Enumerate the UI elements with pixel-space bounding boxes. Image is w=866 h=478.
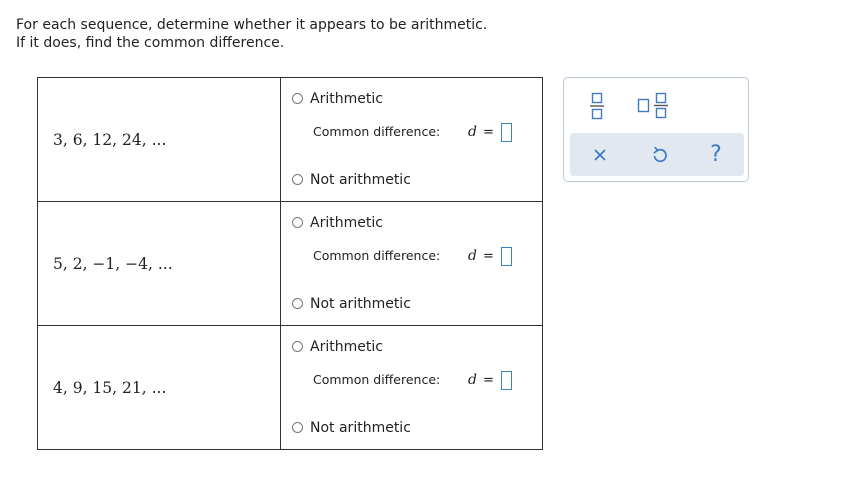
sequence-cell: 5, 2, −1, −4, ...: [37, 201, 281, 326]
sequence-cell: 3, 6, 12, 24, ...: [37, 77, 281, 202]
table-row: 5, 2, −1, −4, ... Arithmetic Common diff…: [37, 201, 543, 326]
options-cell: Arithmetic Common difference: d = Not ar…: [280, 77, 543, 202]
clear-button[interactable]: [588, 133, 612, 176]
arithmetic-option[interactable]: Arithmetic: [292, 91, 383, 107]
not-arithmetic-label: Not arithmetic: [310, 419, 411, 436]
common-difference-label: Common difference:: [313, 123, 441, 139]
arithmetic-label: Arithmetic: [310, 214, 383, 231]
help-icon: ?: [710, 141, 722, 167]
instructions-line-1: For each sequence, determine whether it …: [16, 17, 488, 33]
equals-sign: =: [482, 124, 494, 140]
equals-sign: =: [482, 248, 494, 264]
fraction-button[interactable]: [588, 92, 606, 120]
arithmetic-option[interactable]: Arithmetic: [292, 215, 383, 231]
mixed-number-icon: [637, 92, 668, 119]
arithmetic-radio[interactable]: [292, 93, 303, 104]
common-difference-label: Common difference:: [313, 247, 441, 263]
common-difference-input[interactable]: [500, 122, 512, 142]
fraction-icon: [590, 92, 604, 120]
instructions-line-2: If it does, find the common difference.: [16, 35, 285, 51]
help-button[interactable]: ?: [704, 133, 728, 176]
mixed-number-button[interactable]: [636, 90, 674, 120]
not-arithmetic-option[interactable]: Not arithmetic: [292, 172, 411, 188]
arithmetic-label: Arithmetic: [310, 90, 383, 107]
action-bar: ?: [570, 133, 744, 176]
not-arithmetic-label: Not arithmetic: [310, 295, 411, 312]
sequence-table: 3, 6, 12, 24, ... Arithmetic Common diff…: [37, 77, 543, 450]
common-difference-input[interactable]: [500, 370, 512, 390]
undo-icon: [653, 146, 667, 162]
arithmetic-label: Arithmetic: [310, 338, 383, 355]
common-difference-row: Common difference: d =: [313, 370, 523, 390]
instructions: For each sequence, determine whether it …: [16, 16, 487, 52]
common-difference-row: Common difference: d =: [313, 246, 523, 266]
not-arithmetic-label: Not arithmetic: [310, 171, 411, 188]
clear-icon: [594, 148, 606, 161]
common-difference-label: Common difference:: [313, 371, 441, 387]
options-cell: Arithmetic Common difference: d = Not ar…: [280, 201, 543, 326]
common-difference-row: Common difference: d =: [313, 122, 523, 142]
variable-d: d: [468, 248, 477, 264]
variable-d: d: [468, 372, 477, 388]
sequence-text: 4, 9, 15, 21, ...: [53, 379, 167, 397]
sequence-text: 5, 2, −1, −4, ...: [53, 255, 173, 273]
sequence-cell: 4, 9, 15, 21, ...: [37, 325, 281, 450]
not-arithmetic-option[interactable]: Not arithmetic: [292, 420, 411, 436]
undo-button[interactable]: [648, 133, 672, 176]
not-arithmetic-option[interactable]: Not arithmetic: [292, 296, 411, 312]
arithmetic-radio[interactable]: [292, 217, 303, 228]
equals-sign: =: [482, 372, 494, 388]
sequence-text: 3, 6, 12, 24, ...: [53, 131, 167, 149]
not-arithmetic-radio[interactable]: [292, 298, 303, 309]
table-row: 3, 6, 12, 24, ... Arithmetic Common diff…: [37, 77, 543, 202]
options-cell: Arithmetic Common difference: d = Not ar…: [280, 325, 543, 450]
math-toolbar: ?: [563, 77, 749, 182]
arithmetic-option[interactable]: Arithmetic: [292, 339, 383, 355]
not-arithmetic-radio[interactable]: [292, 422, 303, 433]
common-difference-input[interactable]: [500, 246, 512, 266]
table-row: 4, 9, 15, 21, ... Arithmetic Common diff…: [37, 325, 543, 450]
variable-d: d: [468, 124, 477, 140]
arithmetic-radio[interactable]: [292, 341, 303, 352]
not-arithmetic-radio[interactable]: [292, 174, 303, 185]
